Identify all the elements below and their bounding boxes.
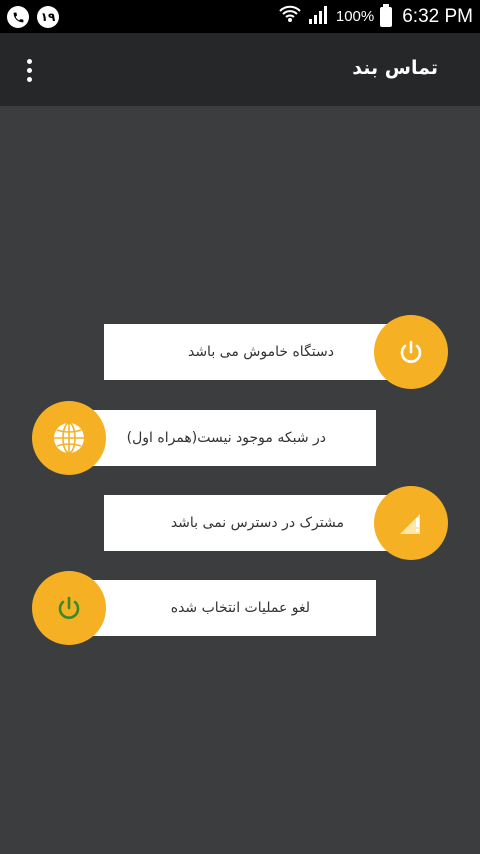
battery-percent: 100% xyxy=(335,8,375,25)
status-bar: ۱۹ 100% 6:32 PM xyxy=(0,0,480,33)
option-subscriber-unavailable[interactable]: مشترک در دسترس نمی باشد xyxy=(104,495,394,551)
page-title: تماس بند xyxy=(352,57,438,79)
signal-strength-icon xyxy=(308,3,330,30)
no-signal-icon[interactable] xyxy=(374,486,448,560)
app-toolbar: تماس بند xyxy=(0,33,480,106)
option-device-off[interactable]: دستگاه خاموش می باشد xyxy=(104,324,394,380)
option-label: لغو عملیات انتخاب شده xyxy=(170,600,310,616)
battery-icon xyxy=(380,3,393,27)
notification-badge: ۱۹ xyxy=(37,6,59,28)
phone-call-icon xyxy=(7,6,29,28)
wifi-icon xyxy=(278,3,302,30)
option-not-in-network[interactable]: در شبکه موجود نیست(همراه اول) xyxy=(86,410,376,466)
power-icon[interactable] xyxy=(32,571,106,645)
overflow-menu-icon[interactable] xyxy=(18,55,40,85)
globe-icon[interactable] xyxy=(32,401,106,475)
option-label: در شبکه موجود نیست(همراه اول) xyxy=(126,430,326,446)
option-label: دستگاه خاموش می باشد xyxy=(187,344,334,360)
clock: 6:32 PM xyxy=(402,5,473,27)
option-label: مشترک در دسترس نمی باشد xyxy=(170,515,344,531)
option-cancel[interactable]: لغو عملیات انتخاب شده xyxy=(86,580,376,636)
power-icon[interactable] xyxy=(374,315,448,389)
